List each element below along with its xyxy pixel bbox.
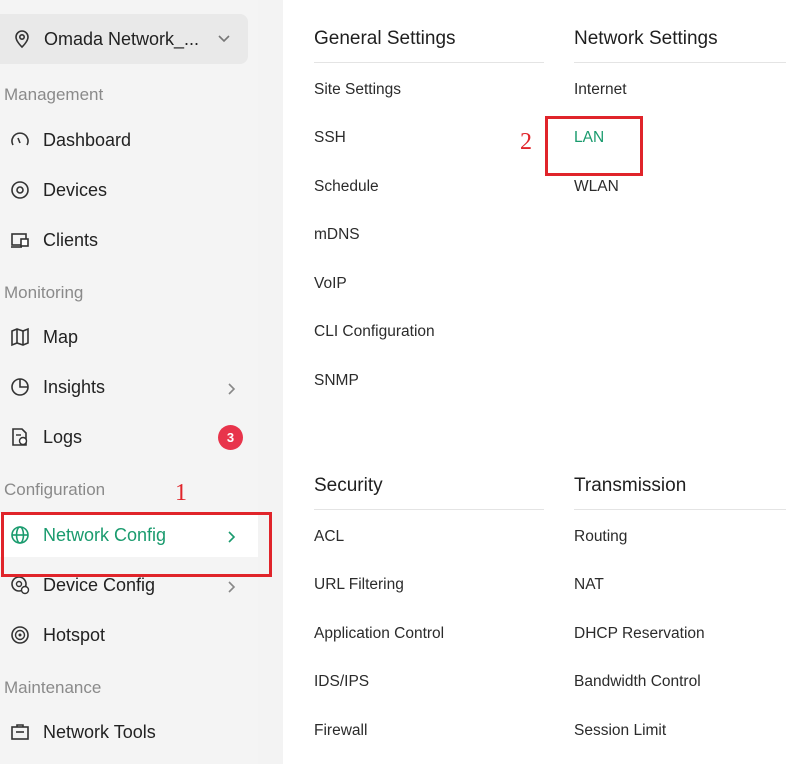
- menu-link-mdns[interactable]: mDNS: [314, 226, 360, 244]
- toolbox-icon: [9, 721, 31, 743]
- annotation-number-step1: 1: [175, 480, 187, 506]
- sidebar-item-dashboard[interactable]: Dashboard: [0, 118, 258, 162]
- section-label-configuration: Configuration: [4, 480, 106, 499]
- menu-link-url-filtering[interactable]: URL Filtering: [314, 576, 404, 594]
- menu-link-dhcp-reservation[interactable]: DHCP Reservation: [574, 625, 705, 643]
- site-name: Omada Network_...: [44, 28, 200, 49]
- section-label-monitoring: Monitoring: [4, 283, 84, 302]
- sidebar-item-network-tools[interactable]: Network Tools: [0, 710, 258, 754]
- sidebar-item-label: Clients: [43, 229, 99, 250]
- device-icon: [9, 179, 31, 201]
- sidebar-item-devices[interactable]: Devices: [0, 168, 258, 212]
- sidebar-item-clients[interactable]: Clients: [0, 218, 258, 262]
- chevron-right-icon: [226, 380, 236, 401]
- menu-link-application-control[interactable]: Application Control: [314, 625, 444, 643]
- sidebar-item-label: Logs: [43, 426, 83, 447]
- divider: [314, 62, 544, 63]
- hotspot-icon: [9, 624, 31, 646]
- annotation-box-step2: [545, 116, 643, 176]
- sidebar-item-insights[interactable]: Insights: [0, 365, 258, 409]
- sidebar-item-logs[interactable]: Logs 3: [0, 415, 258, 459]
- menu-link-firewall[interactable]: Firewall: [314, 722, 367, 740]
- menu-link-schedule[interactable]: Schedule: [314, 178, 379, 196]
- sidebar-item-label: Dashboard: [43, 129, 132, 150]
- menu-link-snmp[interactable]: SNMP: [314, 372, 359, 390]
- sidebar-item-map[interactable]: Map: [0, 315, 258, 359]
- log-icon: [9, 426, 31, 448]
- chevron-right-icon: [226, 578, 236, 599]
- divider: [314, 509, 544, 510]
- sidebar: Omada Network_... Management Dashboard D…: [0, 0, 258, 764]
- section-label-maintenance: Maintenance: [4, 678, 102, 697]
- map-icon: [9, 326, 31, 348]
- pie-chart-icon: [9, 376, 31, 398]
- menu-link-bandwidth-control[interactable]: Bandwidth Control: [574, 673, 701, 691]
- menu-link-wlan[interactable]: WLAN: [574, 178, 619, 196]
- menu-link-site-settings[interactable]: Site Settings: [314, 81, 401, 99]
- sidebar-item-label: Map: [43, 326, 79, 347]
- menu-link-ssh[interactable]: SSH: [314, 129, 346, 147]
- menu-link-routing[interactable]: Routing: [574, 528, 627, 546]
- sidebar-item-label: Device Config: [43, 574, 156, 595]
- notification-badge: 3: [218, 425, 243, 450]
- menu-link-acl[interactable]: ACL: [314, 528, 344, 546]
- sidebar-item-label: Devices: [43, 179, 108, 200]
- menu-link-nat[interactable]: NAT: [574, 576, 604, 594]
- gauge-icon: [9, 129, 31, 151]
- general-settings-title: General Settings: [314, 28, 456, 49]
- sidebar-item-hotspot[interactable]: Hotspot: [0, 613, 258, 657]
- location-pin-icon: [12, 29, 32, 54]
- divider: [574, 509, 786, 510]
- clients-icon: [9, 229, 31, 251]
- sidebar-item-label: Hotspot: [43, 624, 106, 645]
- menu-link-cli-configuration[interactable]: CLI Configuration: [314, 323, 435, 341]
- menu-link-internet[interactable]: Internet: [574, 81, 627, 99]
- device-config-icon: [9, 574, 31, 596]
- annotation-box-step1: [1, 512, 272, 577]
- network-settings-title: Network Settings: [574, 28, 718, 49]
- annotation-number-step2: 2: [520, 129, 532, 155]
- menu-link-ids-ips[interactable]: IDS/IPS: [314, 673, 369, 691]
- network-config-menu-panel: General Settings Site Settings SSH Sched…: [283, 0, 786, 764]
- sidebar-item-label: Network Tools: [43, 721, 156, 742]
- menu-link-voip[interactable]: VoIP: [314, 275, 347, 293]
- divider: [574, 62, 786, 63]
- sidebar-item-label: Insights: [43, 376, 106, 397]
- transmission-title: Transmission: [574, 475, 687, 496]
- site-selector[interactable]: Omada Network_...: [0, 14, 248, 64]
- chevron-down-icon: [216, 32, 232, 50]
- menu-link-session-limit[interactable]: Session Limit: [574, 722, 666, 740]
- security-title: Security: [314, 475, 383, 496]
- section-label-management: Management: [4, 85, 104, 104]
